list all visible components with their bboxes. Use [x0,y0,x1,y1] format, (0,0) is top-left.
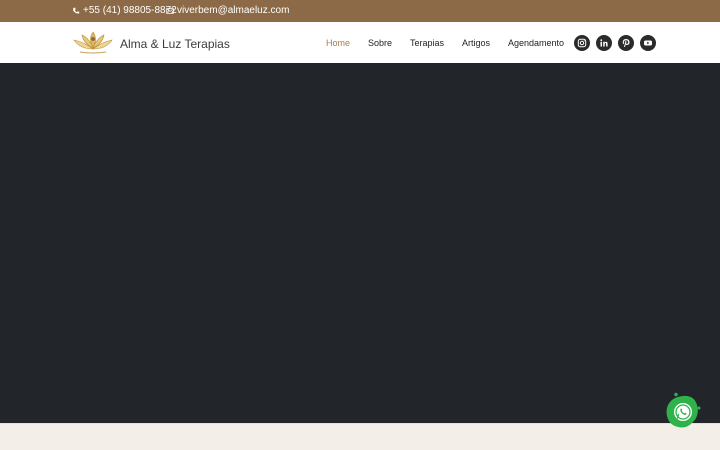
nav-home[interactable]: Home [326,38,350,48]
brand-name[interactable]: Alma & Luz Terapias [120,37,230,51]
site-header: Alma & Luz Terapias Home Sobre Terapias … [0,22,720,63]
pinterest-icon[interactable] [618,35,634,51]
phone-icon [73,7,80,14]
nav-artigos[interactable]: Artigos [462,38,490,48]
youtube-icon[interactable] [640,35,656,51]
phone-contact[interactable]: +55 (41) 98805-8872 [72,5,177,16]
top-contact-bar: +55 (41) 98805-8872 viverbem@almaeluz.co… [0,0,720,22]
nav-agendamento[interactable]: Agendamento [508,38,564,48]
email-address: viverbem@almaeluz.com [177,5,290,16]
linkedin-icon[interactable] [596,35,612,51]
nav-terapias[interactable]: Terapias [410,38,444,48]
whatsapp-icon[interactable] [664,392,702,430]
instagram-icon[interactable] [574,35,590,51]
nav-sobre[interactable]: Sobre [368,38,392,48]
hero-banner [0,63,720,423]
email-contact[interactable]: viverbem@almaeluz.com [166,5,289,16]
envelope-icon [166,7,174,14]
section-strip [0,423,720,450]
lotus-logo-icon[interactable] [72,30,114,55]
phone-number: +55 (41) 98805-8872 [83,5,177,16]
